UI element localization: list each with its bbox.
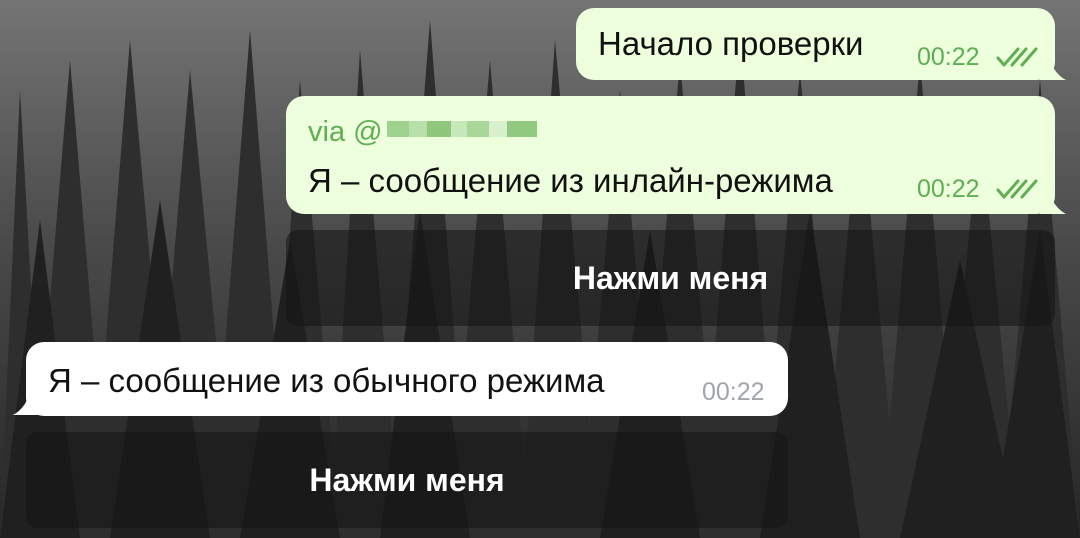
message-bubble-outgoing[interactable]: Начало проверки 00:22: [576, 8, 1055, 80]
message-text: Начало проверки: [598, 25, 864, 62]
message-time: 00:22: [917, 43, 980, 71]
bot-username-blurred: [387, 121, 537, 137]
inline-keyboard-button[interactable]: Нажми меня: [286, 230, 1055, 326]
inline-keyboard-button[interactable]: Нажми меня: [26, 432, 788, 528]
double-check-icon: [996, 47, 1038, 67]
via-bot-label[interactable]: via @: [308, 116, 383, 149]
message-bubble-incoming[interactable]: Я – сообщение из обычного режима 00:22: [26, 342, 788, 416]
chat-area: Начало проверки 00:22 via @ Я – сообщени…: [0, 0, 1080, 538]
inline-button-label: Нажми меня: [572, 259, 769, 296]
message-time: 00:22: [702, 378, 765, 406]
inline-button-label: Нажми меня: [309, 461, 505, 498]
message-time: 00:22: [917, 175, 980, 203]
double-check-icon: [996, 179, 1038, 199]
message-text: Я – сообщение из обычного режима: [48, 362, 605, 399]
message-bubble-outgoing[interactable]: via @ Я – сообщение из инлайн-режима 00:…: [286, 96, 1055, 214]
message-text: Я – сообщение из инлайн-режима: [308, 162, 833, 199]
